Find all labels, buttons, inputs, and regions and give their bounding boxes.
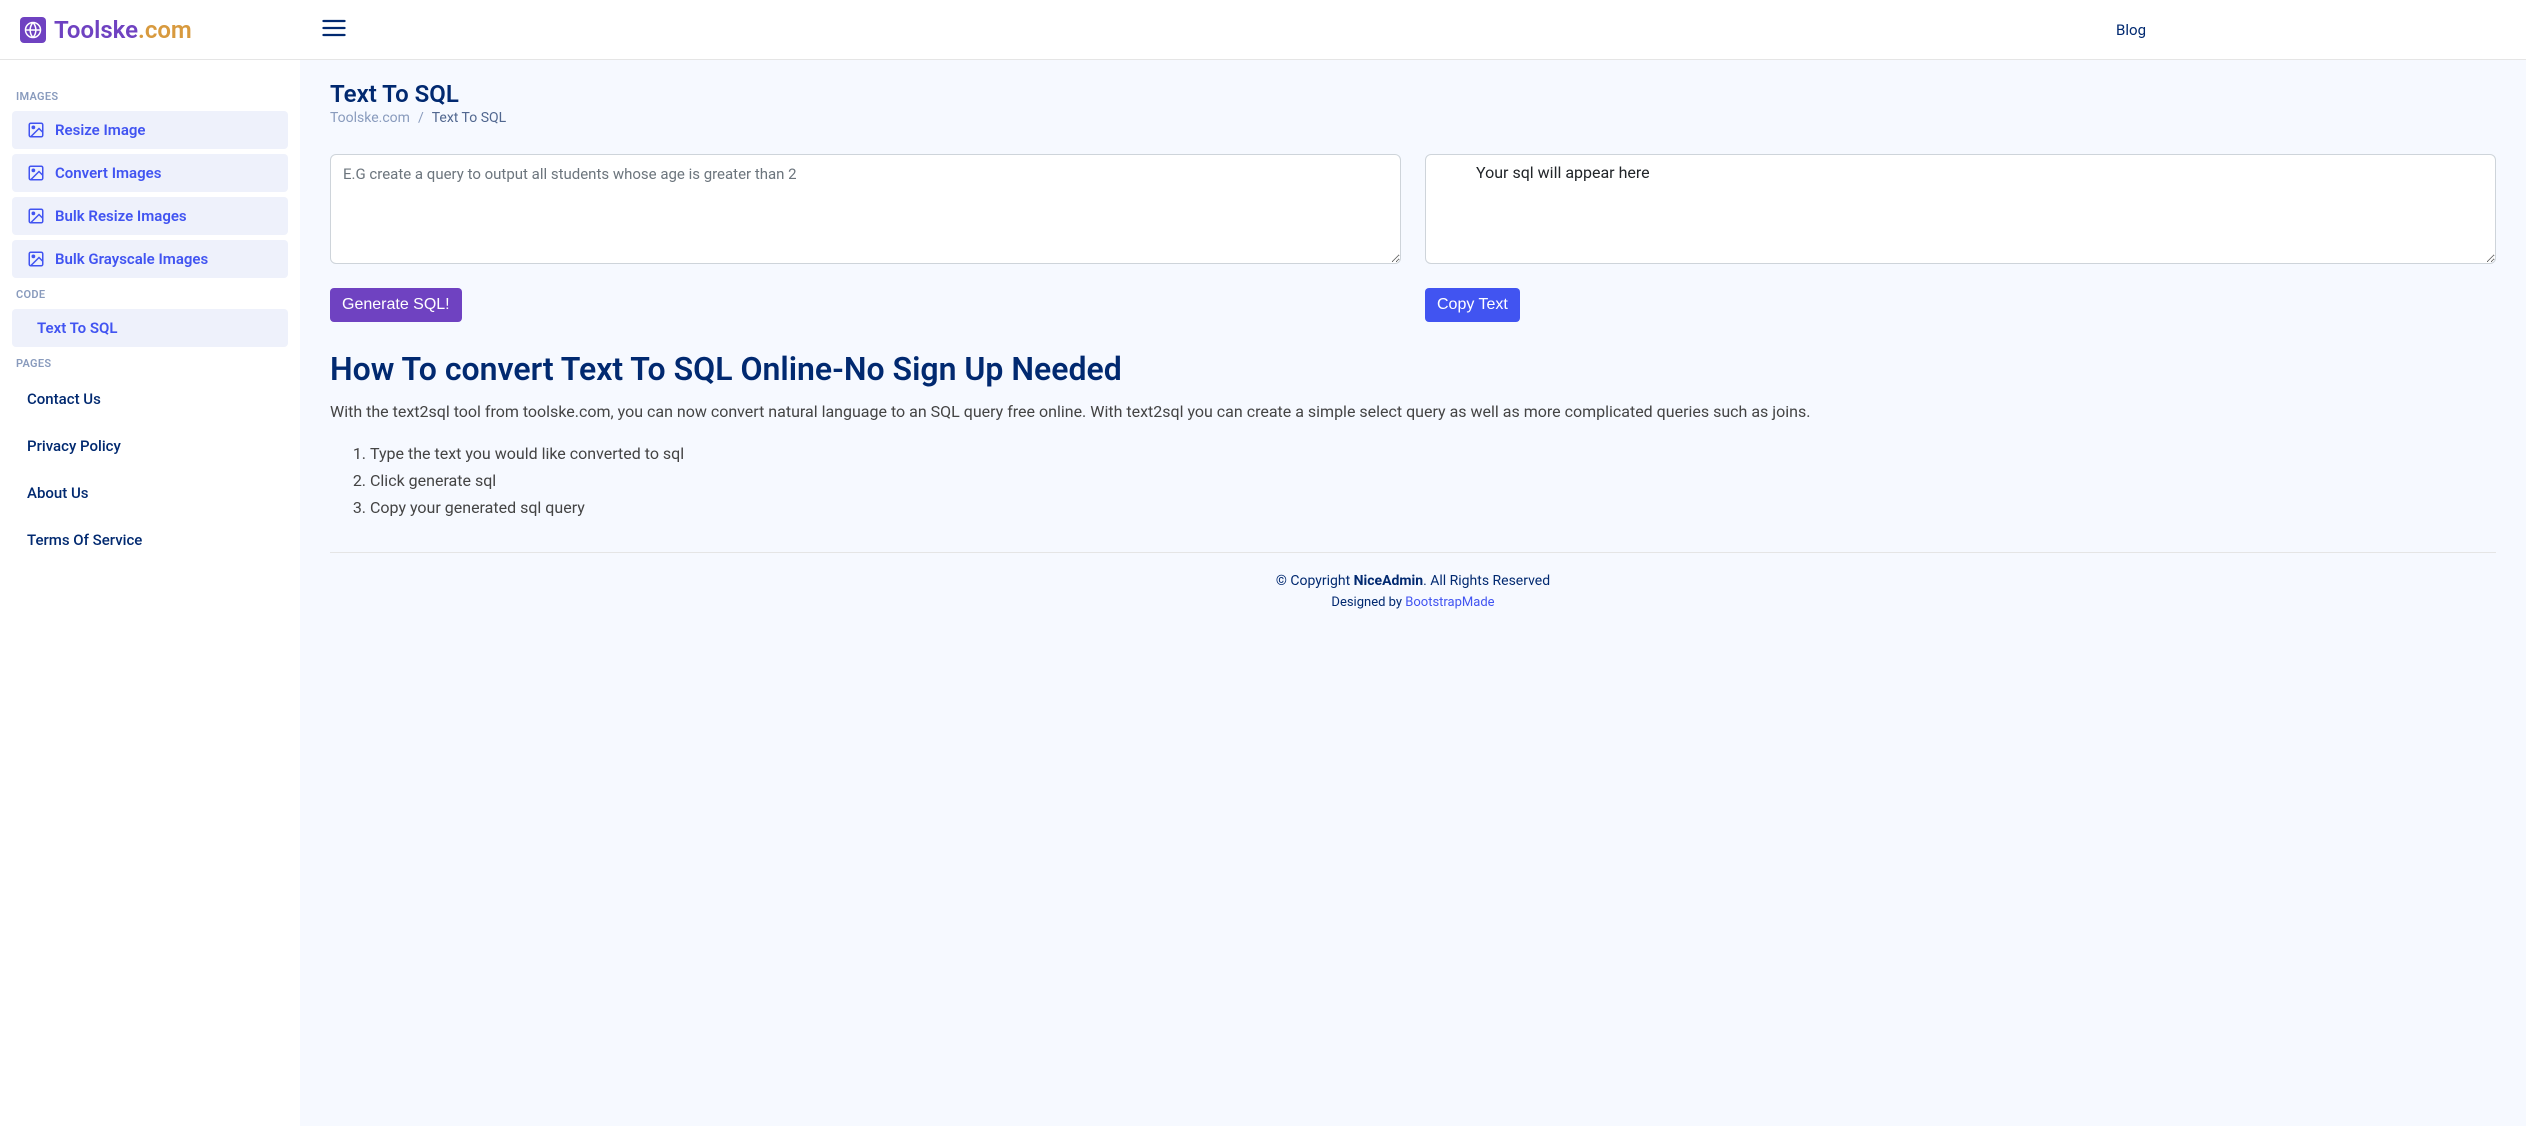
generate-sql-button[interactable]: Generate SQL!	[330, 288, 462, 322]
sidebar-item-label: Bulk Resize Images	[55, 207, 187, 225]
sidebar-item-privacy[interactable]: Privacy Policy	[12, 425, 288, 467]
copyright-text: © Copyright NiceAdmin. All Rights Reserv…	[330, 573, 2496, 589]
image-icon	[27, 164, 45, 182]
page-title: Text To SQL	[330, 80, 2496, 108]
sidebar-heading-images: IMAGES	[16, 90, 288, 103]
sidebar-item-text-to-sql[interactable]: Text To SQL	[12, 309, 288, 347]
sidebar-item-contact[interactable]: Contact Us	[12, 378, 288, 420]
main-content: Text To SQL Toolske.com / Text To SQL Ge…	[300, 60, 2526, 1126]
sidebar-item-label: About Us	[27, 484, 89, 502]
nav-link-blog[interactable]: Blog	[2116, 21, 2146, 39]
sidebar-item-bulk-grayscale[interactable]: Bulk Grayscale Images	[12, 240, 288, 278]
breadcrumb: Toolske.com / Text To SQL	[330, 110, 2496, 126]
list-item: Type the text you would like converted t…	[370, 440, 2496, 467]
sidebar-item-label: Text To SQL	[37, 319, 118, 337]
sidebar-heading-code: CODE	[16, 288, 288, 301]
content-paragraph: With the text2sql tool from toolske.com,…	[330, 400, 2496, 424]
sidebar-item-bulk-resize[interactable]: Bulk Resize Images	[12, 197, 288, 235]
sidebar-item-about[interactable]: About Us	[12, 472, 288, 514]
sidebar-item-terms[interactable]: Terms Of Service	[12, 519, 288, 561]
bootstrapmade-link[interactable]: BootstrapMade	[1405, 595, 1494, 610]
sidebar-item-label: Convert Images	[55, 164, 161, 182]
footer: © Copyright NiceAdmin. All Rights Reserv…	[330, 552, 2496, 630]
list-item: Click generate sql	[370, 467, 2496, 494]
content-heading: How To convert Text To SQL Online-No Sig…	[330, 350, 2496, 388]
sidebar-item-label: Privacy Policy	[27, 437, 121, 455]
logo-text: Toolske.com	[54, 16, 192, 44]
breadcrumb-separator: /	[418, 110, 424, 126]
breadcrumb-home[interactable]: Toolske.com	[330, 110, 410, 126]
sql-output[interactable]: Your sql will appear here	[1425, 154, 2496, 264]
copy-text-button[interactable]: Copy Text	[1425, 288, 1520, 322]
credits-text: Designed by BootstrapMade	[330, 595, 2496, 610]
menu-toggle-button[interactable]	[320, 14, 348, 46]
sidebar-item-resize-image[interactable]: Resize Image	[12, 111, 288, 149]
image-icon	[27, 250, 45, 268]
globe-icon	[20, 17, 46, 43]
text-input[interactable]	[330, 154, 1401, 264]
header: Toolske.com Blog	[0, 0, 2526, 60]
sidebar-item-label: Contact Us	[27, 390, 101, 408]
sidebar-item-label: Bulk Grayscale Images	[55, 250, 208, 268]
image-icon	[27, 207, 45, 225]
sidebar-item-convert-images[interactable]: Convert Images	[12, 154, 288, 192]
sidebar-item-label: Terms Of Service	[27, 531, 142, 549]
breadcrumb-current: Text To SQL	[432, 110, 506, 126]
sidebar-item-label: Resize Image	[55, 121, 145, 139]
steps-list: Type the text you would like converted t…	[330, 440, 2496, 522]
sidebar: IMAGES Resize Image Convert Images Bulk …	[0, 60, 300, 1126]
image-icon	[27, 121, 45, 139]
list-item: Copy your generated sql query	[370, 494, 2496, 521]
sidebar-heading-pages: PAGES	[16, 357, 288, 370]
logo[interactable]: Toolske.com	[20, 16, 300, 44]
